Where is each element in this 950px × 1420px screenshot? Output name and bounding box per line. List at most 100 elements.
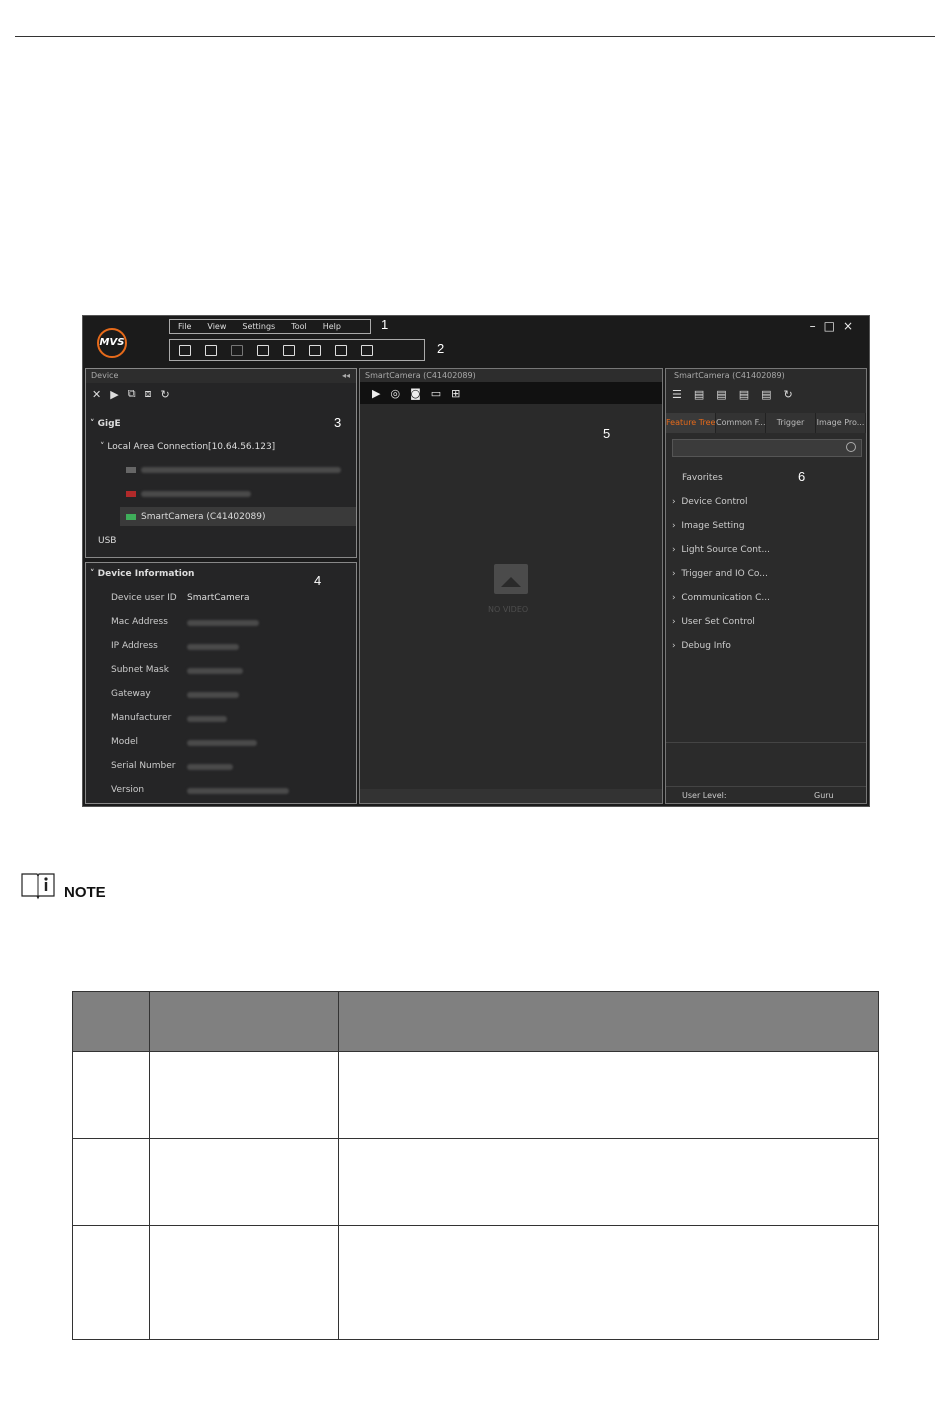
tab-image-process[interactable]: Image Pro... bbox=[816, 413, 866, 433]
callout-5: 5 bbox=[603, 426, 611, 441]
user-level-bar: User Level: Guru bbox=[666, 786, 866, 803]
callout-4: 4 bbox=[314, 573, 322, 588]
mvs-logo: MVS bbox=[97, 328, 127, 358]
table-cell bbox=[72, 1225, 150, 1340]
waveform-icon[interactable] bbox=[309, 344, 321, 356]
tree-camera-hidden-2[interactable] bbox=[126, 489, 251, 499]
info-label: Device user ID bbox=[111, 593, 177, 603]
menu-view[interactable]: View bbox=[199, 322, 234, 331]
import-icon[interactable]: ▤ bbox=[694, 388, 704, 401]
feature-tabs: Feature Tree Common F... Trigger Image P… bbox=[666, 413, 866, 433]
save-as-icon[interactable] bbox=[231, 344, 243, 356]
device-info-title[interactable]: ˅ Device Information bbox=[90, 569, 194, 579]
info-label: Model bbox=[111, 737, 139, 747]
log-icon[interactable] bbox=[361, 344, 373, 356]
play-icon[interactable]: ▶ bbox=[110, 388, 118, 401]
connect-icon[interactable]: ⧉ bbox=[128, 387, 136, 401]
tab-common-features[interactable]: Common F... bbox=[716, 413, 766, 433]
table-cell bbox=[148, 1225, 339, 1340]
device-toolbar: ✕ ▶ ⧉ ⧈ ↻ bbox=[86, 383, 356, 405]
main-toolbar bbox=[169, 339, 425, 361]
info-value-hidden bbox=[187, 786, 289, 796]
info-value-hidden bbox=[187, 618, 259, 628]
table-cell bbox=[72, 1051, 150, 1139]
maximize-icon[interactable]: □ bbox=[824, 319, 843, 333]
feature-item[interactable]: › Device Control bbox=[672, 497, 748, 507]
save-icon[interactable]: ▤ bbox=[739, 388, 749, 401]
user-level-select[interactable]: Guru bbox=[814, 791, 834, 800]
tab-trigger[interactable]: Trigger bbox=[766, 413, 816, 433]
focus-icon[interactable]: ◎ bbox=[390, 387, 400, 400]
table-cell bbox=[72, 1138, 150, 1226]
device-info-panel: ˅ Device Information 4 Device user ID Sm… bbox=[85, 562, 357, 804]
menu-help[interactable]: Help bbox=[315, 322, 349, 331]
info-label: Mac Address bbox=[111, 617, 168, 627]
minimize-icon[interactable]: – bbox=[810, 319, 824, 333]
stop-icon[interactable]: ⧈ bbox=[145, 387, 152, 401]
menu-file[interactable]: File bbox=[170, 322, 199, 331]
list-icon[interactable]: ☰ bbox=[672, 388, 682, 401]
tree-camera-hidden-1[interactable] bbox=[126, 465, 341, 475]
user-level-label: User Level: bbox=[682, 791, 727, 800]
grid-icon[interactable]: ⊞ bbox=[451, 387, 460, 400]
info-value-hidden bbox=[187, 738, 257, 748]
note-label: NOTE bbox=[64, 884, 106, 901]
table-header-cell bbox=[148, 991, 339, 1052]
menu-settings[interactable]: Settings bbox=[234, 322, 283, 331]
header-rule bbox=[15, 36, 935, 37]
feature-panel-title: SmartCamera (C41402089) bbox=[666, 369, 866, 383]
feature-panel: SmartCamera (C41402089) ☰ ▤ ▤ ▤ ▤ ↻ Feat… bbox=[665, 368, 867, 804]
collapse-icon[interactable]: ◂◂ bbox=[342, 369, 350, 383]
callout-6: 6 bbox=[798, 469, 806, 484]
mvs-screenshot: MVS File View Settings Tool Help 1 2 –□×… bbox=[82, 315, 870, 807]
play-icon[interactable]: ▶ bbox=[372, 387, 380, 400]
tab-feature-tree[interactable]: Feature Tree bbox=[666, 413, 716, 433]
table-row bbox=[72, 1138, 880, 1226]
disconnect-icon[interactable]: ✕ bbox=[92, 388, 101, 401]
tree-camera-selected[interactable]: SmartCamera (C41402089) bbox=[126, 512, 266, 522]
tree-gige[interactable]: ˅ GigE bbox=[90, 419, 121, 429]
refresh-icon[interactable]: ↻ bbox=[161, 388, 170, 401]
info-label: Subnet Mask bbox=[111, 665, 169, 675]
no-video-text: NO VIDEO bbox=[488, 605, 529, 614]
export-icon[interactable]: ▤ bbox=[716, 388, 726, 401]
export-icon[interactable] bbox=[257, 344, 269, 356]
feature-item[interactable]: › Communication C... bbox=[672, 593, 770, 603]
table-cell bbox=[148, 1051, 339, 1139]
image-placeholder-icon bbox=[494, 564, 528, 594]
table-cell bbox=[337, 1051, 880, 1139]
feature-item[interactable]: › Debug Info bbox=[672, 641, 731, 651]
feature-item[interactable]: › Image Setting bbox=[672, 521, 745, 531]
feature-item-favorites[interactable]: Favorites bbox=[682, 473, 723, 483]
tree-connection[interactable]: ˅ Local Area Connection[10.64.56.123] bbox=[100, 442, 275, 452]
table-row bbox=[72, 1225, 880, 1340]
feature-item[interactable]: › Trigger and IO Co... bbox=[672, 569, 768, 579]
image-tool-icon[interactable] bbox=[335, 344, 347, 356]
video-panel: SmartCamera (C41402089) ▶ ◎ ◙ ▭ ⊞ 5 NO V… bbox=[359, 368, 663, 804]
device-panel-title: Device ◂◂ bbox=[86, 369, 356, 383]
open-folder-icon[interactable] bbox=[179, 344, 191, 356]
feature-item[interactable]: › User Set Control bbox=[672, 617, 755, 627]
info-value-hidden bbox=[187, 690, 239, 700]
feature-search-input[interactable] bbox=[672, 439, 862, 457]
menu-tool[interactable]: Tool bbox=[283, 322, 315, 331]
info-label: Gateway bbox=[111, 689, 151, 699]
tree-usb[interactable]: USB bbox=[98, 536, 116, 546]
search-icon bbox=[846, 442, 856, 452]
info-label: Serial Number bbox=[111, 761, 176, 771]
window-icon[interactable] bbox=[283, 344, 295, 356]
snapshot-icon[interactable]: ◙ bbox=[410, 387, 421, 400]
refresh-icon[interactable]: ↻ bbox=[784, 388, 793, 401]
info-label: Version bbox=[111, 785, 145, 795]
record-icon[interactable]: ▭ bbox=[431, 387, 441, 400]
device-panel: Device ◂◂ ✕ ▶ ⧉ ⧈ ↻ 3 ˅ GigE ˅ Local Are… bbox=[85, 368, 357, 558]
feature-item[interactable]: › Light Source Cont... bbox=[672, 545, 770, 555]
feature-divider bbox=[666, 742, 866, 743]
info-label: IP Address bbox=[111, 641, 158, 651]
close-icon[interactable]: × bbox=[843, 319, 861, 333]
components-table bbox=[72, 991, 880, 1340]
save-icon[interactable] bbox=[205, 344, 217, 356]
note-book-icon bbox=[21, 873, 55, 900]
table-cell bbox=[148, 1138, 339, 1226]
save-as-icon[interactable]: ▤ bbox=[761, 388, 771, 401]
